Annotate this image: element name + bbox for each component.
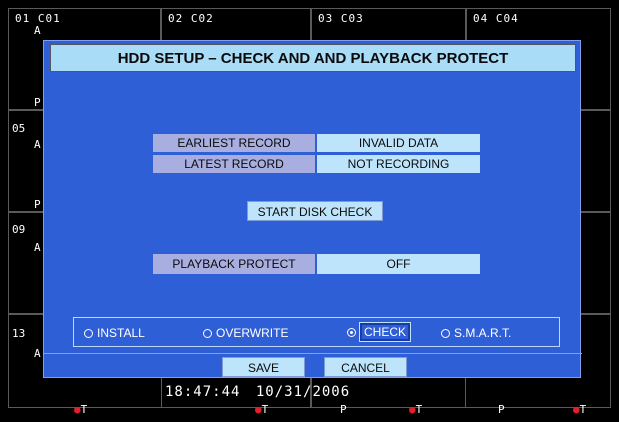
record-flag: ●T	[573, 403, 586, 416]
start-disk-check-button[interactable]: START DISK CHECK	[247, 201, 383, 221]
dvr-screen: 01 C01 02 C02 03 C03 04 C04 A P 05 A P 0…	[0, 0, 619, 422]
status-time: 18:47:44	[165, 384, 241, 400]
latest-record-value: NOT RECORDING	[317, 155, 480, 173]
flag-label: T	[261, 403, 269, 416]
save-button[interactable]: SAVE	[222, 357, 305, 377]
camera-number: 09	[12, 223, 26, 236]
radio-overwrite[interactable]: OVERWRITE	[203, 326, 288, 340]
dialog-title: HDD SETUP – CHECK AND AND PLAYBACK PROTE…	[117, 50, 509, 67]
radio-unselected-icon	[203, 328, 212, 338]
radio-check[interactable]: CHECK	[347, 322, 412, 342]
dialog-titlebar: HDD SETUP – CHECK AND AND PLAYBACK PROTE…	[50, 44, 576, 72]
hdd-setup-dialog: HDD SETUP – CHECK AND AND PLAYBACK PROTE…	[43, 40, 582, 378]
alarm-flag: A	[34, 347, 41, 360]
latest-record-label: LATEST RECORD	[153, 155, 315, 173]
record-dot-icon: ●	[409, 403, 416, 416]
camera-number: 05	[12, 122, 26, 135]
radio-label: S.M.A.R.T.	[454, 326, 512, 340]
radio-install[interactable]: INSTALL	[84, 326, 145, 340]
playback-flag: P	[340, 403, 347, 416]
alarm-flag: A	[34, 241, 41, 254]
record-dot-icon: ●	[255, 403, 262, 416]
camera-label: 03 C03	[318, 12, 364, 25]
status-date: 10/31/2006	[255, 384, 351, 400]
alarm-flag: A	[34, 24, 41, 37]
camera-number: 13	[12, 327, 26, 340]
flag-label: T	[80, 403, 88, 416]
earliest-record-value: INVALID DATA	[317, 134, 480, 152]
playback-flag: P	[498, 403, 505, 416]
playback-protect-value[interactable]: OFF	[317, 254, 480, 274]
record-flag: ●T	[255, 403, 268, 416]
alarm-flag: A	[34, 138, 41, 151]
radio-smart[interactable]: S.M.A.R.T.	[441, 326, 511, 340]
flag-label: T	[415, 403, 423, 416]
record-dot-icon: ●	[573, 403, 580, 416]
status-datetime: 18:47:44 10/31/2006	[165, 384, 350, 400]
cancel-button[interactable]: CANCEL	[324, 357, 407, 377]
mode-radio-group: INSTALL OVERWRITE CHECK S.M.A.R.T.	[73, 317, 560, 347]
playback-flag: P	[34, 198, 41, 211]
playback-protect-label: PLAYBACK PROTECT	[153, 254, 315, 274]
radio-label: INSTALL	[97, 326, 145, 340]
camera-label: 02 C02	[168, 12, 214, 25]
record-dot-icon: ●	[74, 403, 81, 416]
earliest-record-label: EARLIEST RECORD	[153, 134, 315, 152]
flag-label: T	[579, 403, 587, 416]
camera-label: 04 C04	[473, 12, 519, 25]
radio-label: CHECK	[358, 322, 412, 342]
record-flag: ●T	[74, 403, 87, 416]
radio-selected-icon	[347, 327, 356, 337]
radio-unselected-icon	[84, 328, 93, 338]
playback-flag: P	[34, 96, 41, 109]
record-flag: ●T	[409, 403, 422, 416]
radio-unselected-icon	[441, 328, 450, 338]
radio-label: OVERWRITE	[216, 326, 289, 340]
dialog-divider	[44, 353, 582, 354]
